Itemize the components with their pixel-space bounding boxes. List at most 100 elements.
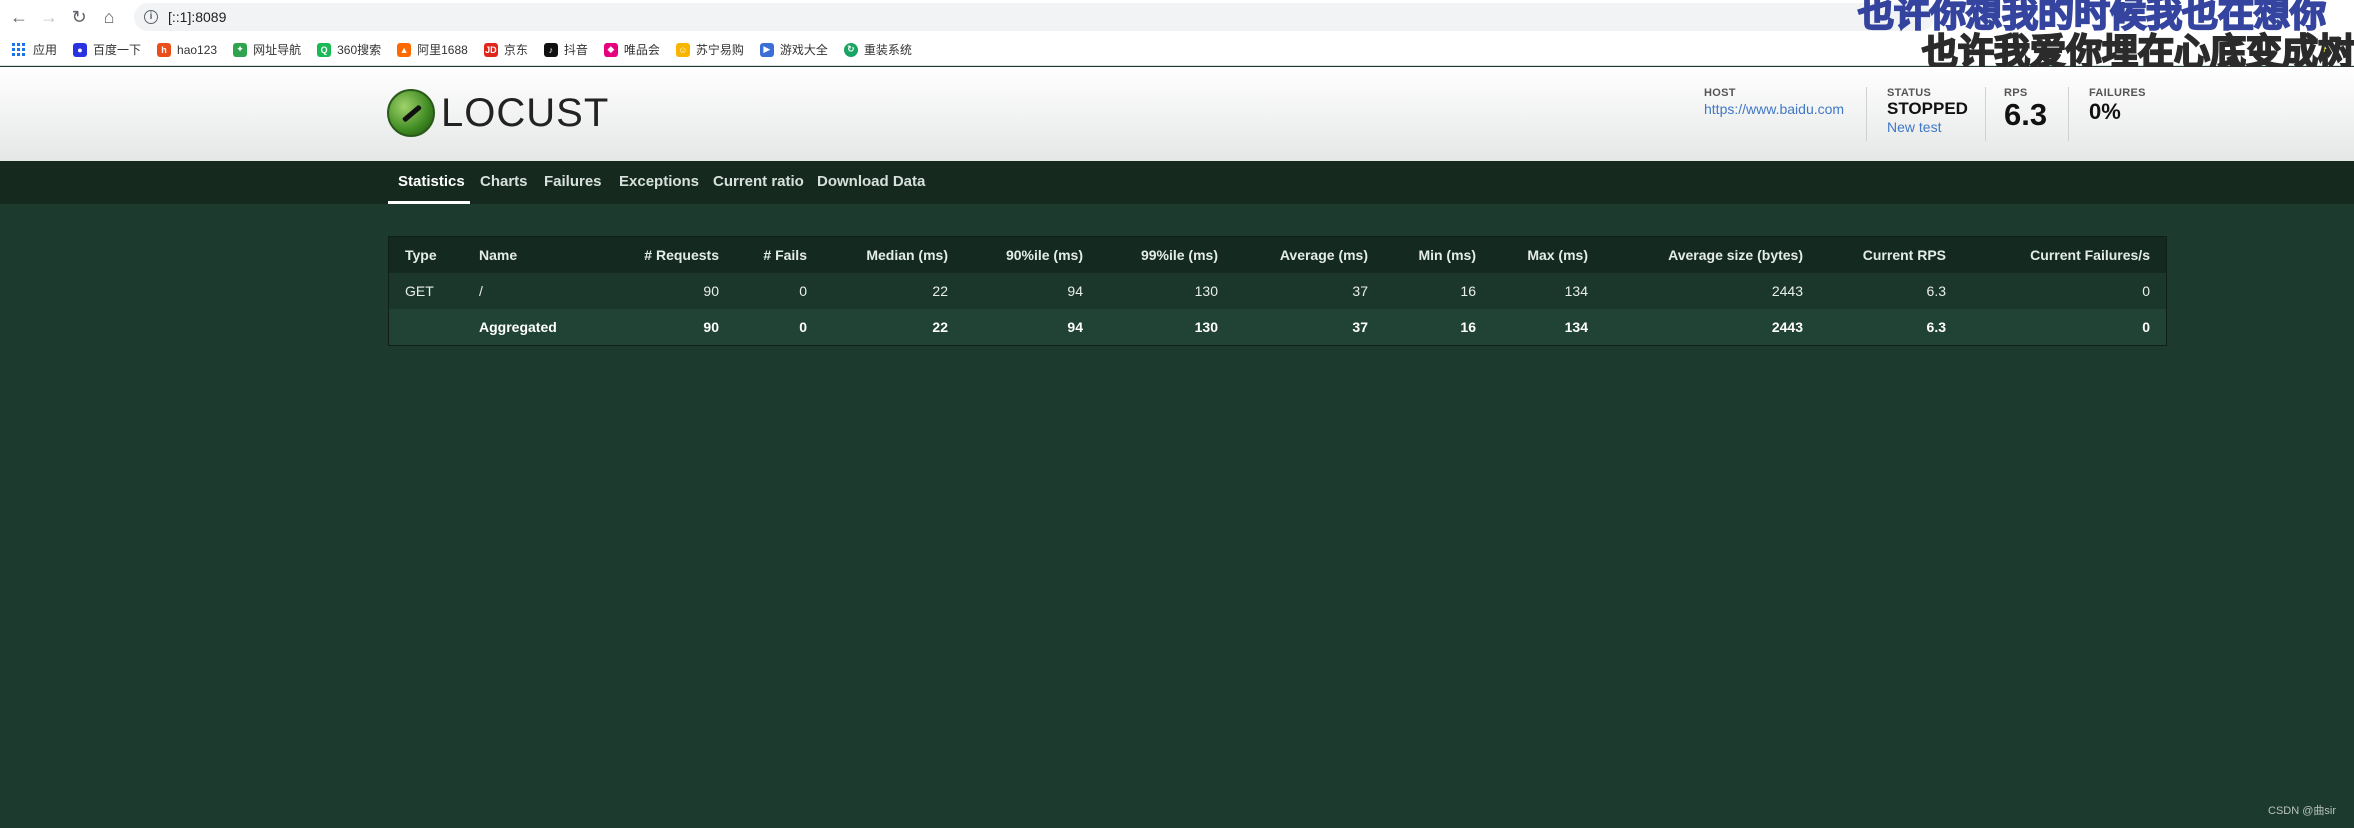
bookmark-ali1688[interactable]: ▲ 阿里1688 [397, 41, 468, 58]
table-row: GET / 90 0 22 94 130 37 16 134 2443 6.3 … [389, 273, 2166, 309]
url-text[interactable]: [::1]:8089 [168, 9, 226, 25]
locust-logo[interactable]: LOCUST [387, 89, 609, 137]
bookmark-navigation[interactable]: ✦ 网址导航 [233, 41, 301, 58]
search-360-icon: Q [317, 42, 332, 57]
bookmark-label: 抖音 [563, 43, 588, 57]
cell-name: Aggregated [479, 319, 557, 335]
cell-avg-size: 2443 [1771, 283, 1803, 299]
cell-type: GET [405, 283, 434, 299]
cell-99ile: 130 [1194, 283, 1218, 299]
cell-requests: 90 [703, 283, 719, 299]
column-header-current-failures[interactable]: Current Failures/s [1962, 237, 2166, 273]
back-arrow-icon[interactable]: ← [8, 6, 30, 28]
watermark: CSDN @曲sir [2268, 805, 2336, 817]
tab-statistics[interactable]: Statistics [398, 173, 465, 190]
tab-exceptions[interactable]: Exceptions [619, 173, 699, 190]
bookmark-games[interactable]: ▶ 游戏大全 [759, 41, 828, 58]
column-header-max[interactable]: Max (ms) [1492, 237, 1604, 273]
cell-min: 16 [1460, 319, 1476, 335]
tab-failures[interactable]: Failures [544, 173, 602, 190]
column-header-median[interactable]: Median (ms) [823, 237, 964, 273]
bookmark-label: 重装系统 [863, 43, 912, 57]
bookmark-hao123[interactable]: h hao123 [157, 42, 218, 57]
tab-charts[interactable]: Charts [480, 173, 528, 190]
failures-value: 0% [2089, 99, 2121, 124]
tab-current-ratio[interactable]: Current ratio [713, 173, 804, 190]
cell-fails: 0 [799, 283, 807, 299]
douyin-icon: ♪ [543, 42, 558, 57]
address-bar[interactable]: i [::1]:8089 [134, 3, 1934, 31]
column-header-requests[interactable]: # Requests [581, 237, 735, 273]
cell-requests: 90 [703, 319, 719, 335]
cell-max: 134 [1564, 319, 1588, 335]
home-icon[interactable]: ⌂ [98, 6, 120, 28]
cell-average: 37 [1352, 319, 1368, 335]
bookmark-apps[interactable]: 应用 [12, 41, 57, 58]
status-label: STATUS [1887, 87, 1932, 99]
cell-90ile: 94 [1067, 319, 1083, 335]
cell-99ile: 130 [1194, 319, 1218, 335]
statistics-table: Type Name # Requests # Fails Median (ms)… [388, 236, 2167, 346]
rps-box: RPS 6.3 [1985, 87, 2047, 141]
host-label: HOST [1704, 87, 1736, 99]
bookmark-reinstall[interactable]: ↻ 重装系统 [843, 41, 912, 58]
bookmark-vip[interactable]: ◆ 唯品会 [603, 41, 660, 58]
bookmarks-bar: 应用 ● 百度一下 h hao123 ✦ 网址导航 Q 360搜索 ▲ 阿里16… [0, 34, 2354, 66]
bookmark-360[interactable]: Q 360搜索 [317, 41, 381, 58]
cell-average: 37 [1352, 283, 1368, 299]
games-icon: ▶ [759, 42, 774, 57]
cell-median: 22 [932, 319, 948, 335]
cell-current-rps: 6.3 [1926, 283, 1946, 299]
logo-text: LOCUST [441, 90, 610, 135]
active-tab-indicator [388, 201, 470, 204]
system-reinstall-icon: ↻ [843, 42, 858, 57]
new-test-link[interactable]: New test [1887, 119, 1968, 135]
cell-90ile: 94 [1067, 283, 1083, 299]
info-icon[interactable]: i [144, 10, 158, 24]
reload-icon[interactable]: ↻ [68, 6, 90, 28]
cell-current-failures: 0 [2142, 319, 2150, 335]
bookmark-suning[interactable]: ☺ 苏宁易购 [675, 41, 744, 58]
ali1688-icon: ▲ [397, 42, 412, 57]
vip-icon: ◆ [603, 42, 618, 57]
column-header-min[interactable]: Min (ms) [1384, 237, 1492, 273]
bookmark-label: 京东 [503, 43, 528, 57]
locust-logo-icon [387, 89, 435, 137]
cell-name: / [479, 283, 483, 299]
cell-median: 22 [932, 283, 948, 299]
table-row-aggregated: Aggregated 90 0 22 94 130 37 16 134 2443… [389, 309, 2166, 345]
navigation-icon: ✦ [233, 42, 248, 57]
cell-avg-size: 2443 [1771, 319, 1803, 335]
bookmark-label: 360搜索 [337, 43, 382, 57]
column-header-99ile[interactable]: 99%ile (ms) [1099, 237, 1234, 273]
bookmark-baidu[interactable]: ● 百度一下 [73, 41, 141, 58]
status-box: STATUS STOPPED New test [1866, 87, 1968, 141]
suning-icon: ☺ [675, 42, 690, 57]
column-header-type[interactable]: Type [389, 237, 463, 273]
column-header-name[interactable]: Name [463, 237, 581, 273]
tab-download-data[interactable]: Download Data [817, 173, 925, 190]
rps-value: 6.3 [2004, 97, 2048, 132]
bookmark-douyin[interactable]: ♪ 抖音 [543, 41, 588, 58]
cell-type [389, 309, 463, 345]
locust-header: LOCUST HOST https://www.baidu.com STATUS… [0, 67, 2354, 161]
column-header-avg-size[interactable]: Average size (bytes) [1604, 237, 1819, 273]
status-value: STOPPED [1887, 99, 1968, 118]
bookmark-label: 百度一下 [93, 43, 142, 57]
column-header-current-rps[interactable]: Current RPS [1819, 237, 1962, 273]
jd-icon: JD [483, 42, 498, 57]
forward-arrow-icon[interactable]: → [38, 6, 60, 28]
apps-grid-icon [12, 43, 25, 56]
bookmark-label: hao123 [177, 42, 218, 57]
host-link[interactable]: https://www.baidu.com [1704, 101, 1844, 117]
failures-label: FAILURES [2089, 87, 2146, 99]
bookmark-label: 阿里1688 [417, 43, 468, 57]
column-header-90ile[interactable]: 90%ile (ms) [964, 237, 1099, 273]
baidu-paw-icon: ● [73, 42, 88, 57]
bookmark-jd[interactable]: JD 京东 [483, 41, 528, 58]
column-header-average[interactable]: Average (ms) [1234, 237, 1384, 273]
bookmark-label: 应用 [33, 43, 58, 57]
cell-fails: 0 [799, 319, 807, 335]
column-header-fails[interactable]: # Fails [735, 237, 823, 273]
failures-box: FAILURES 0% [2068, 87, 2146, 141]
